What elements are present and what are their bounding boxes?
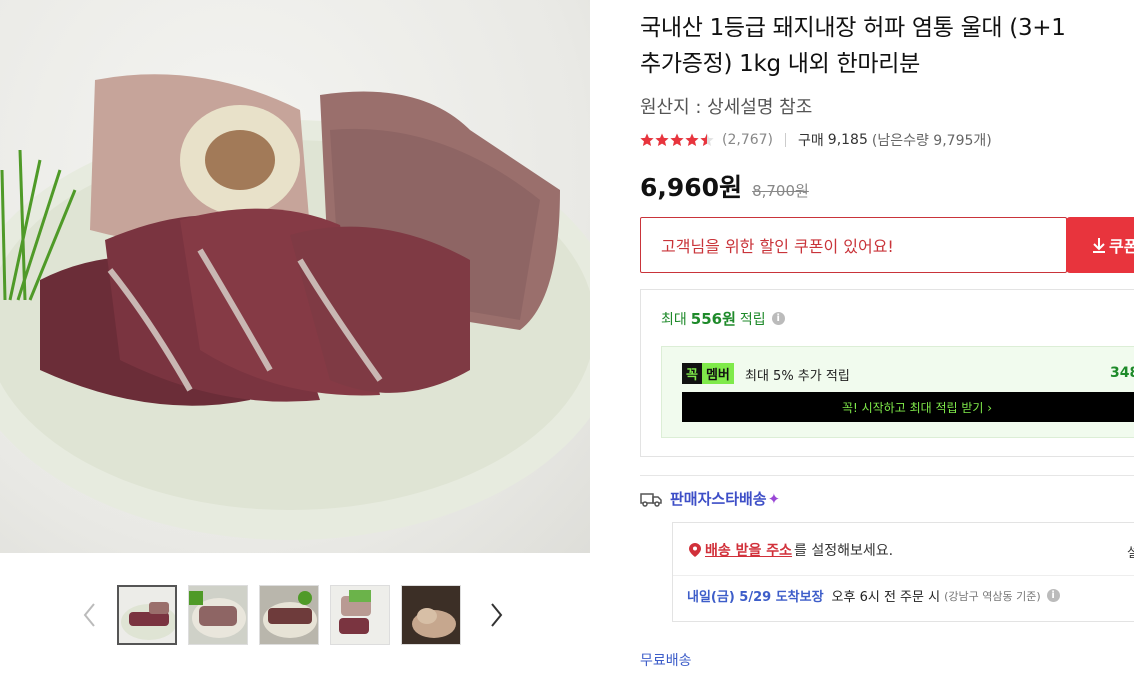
info-icon[interactable]: i (1046, 589, 1060, 602)
reward-summary: 최대 556원 적립 i (661, 308, 785, 329)
original-price: 8,700원 (752, 182, 809, 200)
member-badge: 꼭 멤버 (682, 363, 734, 384)
product-origin: 원산지 : 상세설명 참조 (640, 97, 813, 118)
arrival-basis: (강남구 역삼동 기준) (944, 589, 1041, 603)
sale-price: 6,960원 (640, 173, 743, 202)
gallery-prev-chevron-left-icon[interactable] (80, 600, 100, 630)
info-icon[interactable]: i (771, 312, 785, 325)
gallery-thumbnail-1[interactable] (117, 585, 177, 645)
shipping-type: 판매자스타배송 ✦ (640, 488, 780, 509)
product-main-image (0, 0, 590, 553)
rating-count[interactable]: (2,767) (722, 132, 773, 148)
sparkle-icon: ✦ (767, 489, 781, 508)
member-benefit-amount: 348 (1110, 365, 1134, 381)
divider (785, 133, 787, 147)
star-icon (640, 133, 654, 146)
coupon-message: 고객님을 위한 할인 쿠폰이 있어요! (661, 237, 894, 256)
product-title-line-2: 추가증정) 1kg 내외 한마리분 (640, 51, 920, 77)
product-title-line-1: 국내산 1등급 돼지내장 허파 염통 울대 (3+1 (640, 15, 1066, 41)
member-signup-button[interactable]: 꼭! 시작하고 최대 적립 받기 › (682, 392, 1134, 422)
gallery-next-chevron-right-icon[interactable] (486, 600, 506, 630)
gallery-thumbnail-4[interactable] (330, 585, 390, 645)
free-shipping-label: 무료배송 (640, 653, 692, 669)
star-icon (655, 133, 669, 146)
coupon-download-button[interactable]: 쿠폰 (1066, 217, 1134, 273)
purchase-count: 9,185 (827, 132, 868, 148)
arrival-date: 내일(금) 5/29 도착보장 (687, 590, 824, 605)
arrival-guarantee: 내일(금) 5/29 도착보장 오후 6시 전 주문 시 (강남구 역삼동 기준… (687, 586, 1060, 605)
purchase-label: 구매 (798, 133, 824, 149)
gallery-thumbnail-2[interactable] (188, 585, 248, 645)
delivery-address-box: 배송 받을 주소 를 설정해보세요. 설 내일(금) 5/29 도착보장 오후 … (672, 522, 1134, 622)
location-pin-icon (689, 543, 701, 557)
rating-row: (2,767) 구매 9,185 (남은수량 9,795개) (640, 129, 992, 151)
address-prompt-text: 를 설정해보세요. (794, 543, 894, 559)
divider (673, 575, 1134, 576)
address-set-button[interactable]: 설 (1127, 542, 1134, 561)
arrival-condition: 오후 6시 전 주문 시 (831, 590, 941, 605)
product-title: 국내산 1등급 돼지내장 허파 염통 울대 (3+1 추가증정) 1kg 내외 … (640, 10, 1134, 82)
stock-remaining: (남은수량 9,795개) (871, 133, 992, 149)
download-icon (1093, 238, 1105, 253)
star-icon (670, 133, 684, 146)
shipping-type-label: 판매자스타배송 (670, 490, 767, 508)
member-benefit-text: 최대 5% 추가 적립 (745, 369, 850, 384)
coupon-message-box: 고객님을 위한 할인 쿠폰이 있어요! (640, 217, 1067, 273)
star-icon (700, 133, 714, 146)
address-setup-link[interactable]: 배송 받을 주소 (705, 540, 792, 560)
reward-prefix: 최대 (661, 311, 687, 328)
section-divider (640, 475, 1134, 476)
member-benefit-box: 꼭 멤버 최대 5% 추가 적립 348 꼭! 시작하고 최대 적립 받기 › (661, 346, 1134, 438)
price-row: 6,960원 8,700원 (640, 168, 809, 204)
coupon-button-label: 쿠폰 (1109, 237, 1134, 256)
address-prompt: 배송 받을 주소 를 설정해보세요. (689, 540, 893, 560)
member-badge-light: 멤버 (701, 363, 734, 384)
truck-icon (640, 492, 662, 507)
member-badge-dark: 꼭 (682, 363, 702, 384)
rating-stars[interactable] (640, 133, 714, 147)
reward-amount: 556원 (690, 310, 736, 328)
star-icon (685, 133, 699, 146)
reward-suffix: 적립 (739, 311, 766, 328)
reward-box: 최대 556원 적립 i 꼭 멤버 최대 5% 추가 적립 348 꼭! 시작하… (640, 289, 1134, 457)
gallery-thumbnail-5[interactable] (401, 585, 461, 645)
gallery-thumbnail-3[interactable] (259, 585, 319, 645)
